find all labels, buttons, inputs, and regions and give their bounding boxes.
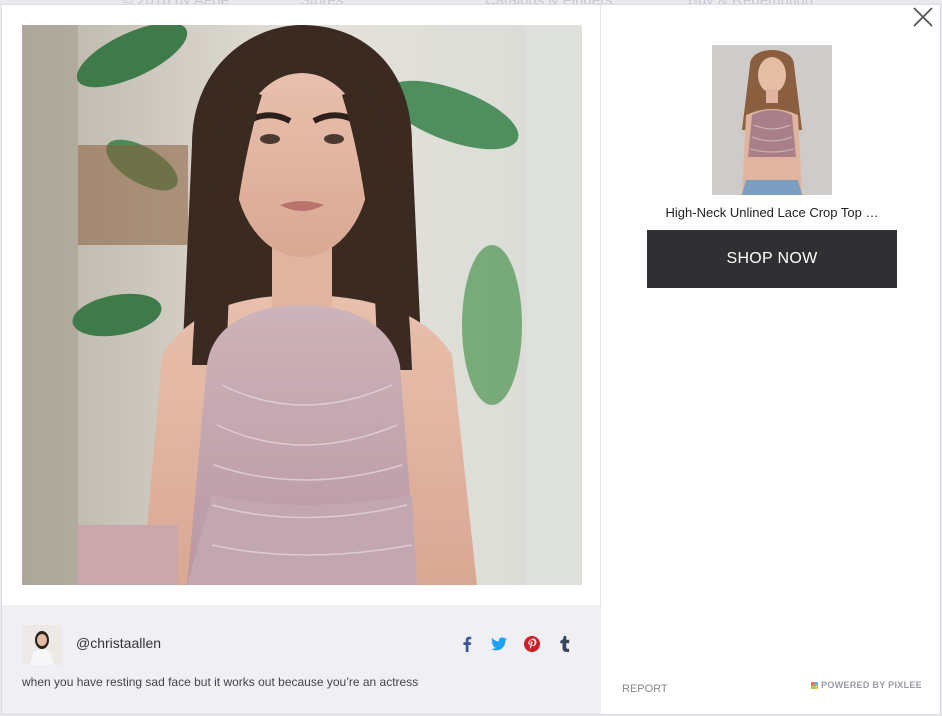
post-meta: @christaallen when you have resting sad … [2, 605, 601, 714]
twitter-share-button[interactable] [490, 635, 508, 653]
pinterest-icon [524, 636, 540, 652]
ugc-photo [22, 25, 582, 585]
avatar[interactable] [22, 625, 62, 665]
powered-by-label: POWERED BY PIXLEE [821, 680, 922, 690]
post-panel: @christaallen when you have resting sad … [2, 5, 601, 714]
powered-by-pixlee[interactable]: POWERED BY PIXLEE [811, 680, 922, 690]
product-thumbnail[interactable] [712, 45, 832, 195]
username[interactable]: @christaallen [76, 635, 161, 651]
report-link[interactable]: REPORT [622, 683, 668, 695]
avatar-image [22, 625, 62, 665]
twitter-icon [491, 637, 507, 651]
product-thumbnail-image [712, 45, 832, 195]
shop-now-button[interactable]: SHOP NOW [647, 230, 897, 288]
facebook-share-button[interactable] [458, 635, 476, 653]
facebook-icon [463, 636, 472, 652]
post-caption: when you have resting sad face but it wo… [22, 675, 419, 689]
close-button[interactable] [912, 6, 934, 28]
tumblr-icon [560, 636, 570, 652]
ugc-photo-image [22, 25, 582, 585]
product-name[interactable]: High-Neck Unlined Lace Crop Top … [622, 205, 922, 220]
pixlee-logo-icon [811, 681, 819, 689]
lightbox-modal: @christaallen when you have resting sad … [1, 4, 941, 715]
pinterest-share-button[interactable] [523, 635, 541, 653]
product-panel: High-Neck Unlined Lace Crop Top … SHOP N… [602, 5, 940, 714]
close-icon [913, 7, 933, 27]
tumblr-share-button[interactable] [556, 635, 574, 653]
